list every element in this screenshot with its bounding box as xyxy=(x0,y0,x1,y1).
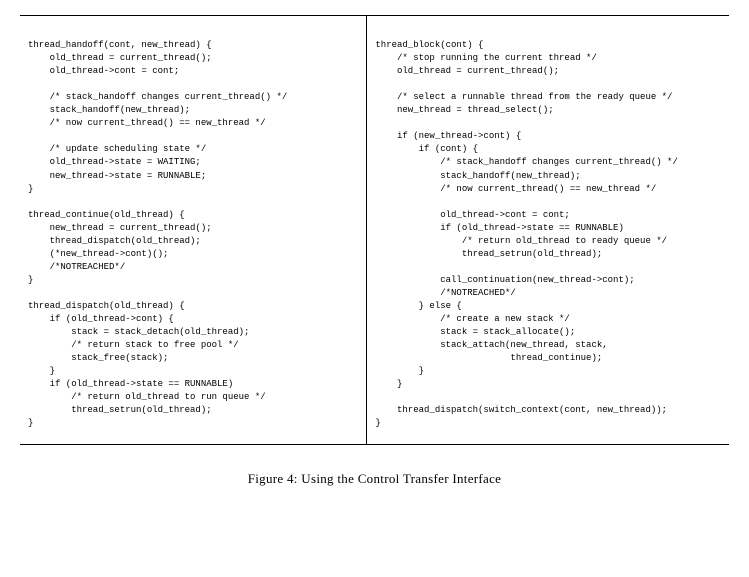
figure-caption: Figure 4: Using the Control Transfer Int… xyxy=(20,470,729,489)
code-figure: thread_handoff(cont, new_thread) { old_t… xyxy=(20,15,729,445)
code-right-column: thread_block(cont) { /* stop running the… xyxy=(367,16,729,444)
code-left-column: thread_handoff(cont, new_thread) { old_t… xyxy=(20,16,367,444)
